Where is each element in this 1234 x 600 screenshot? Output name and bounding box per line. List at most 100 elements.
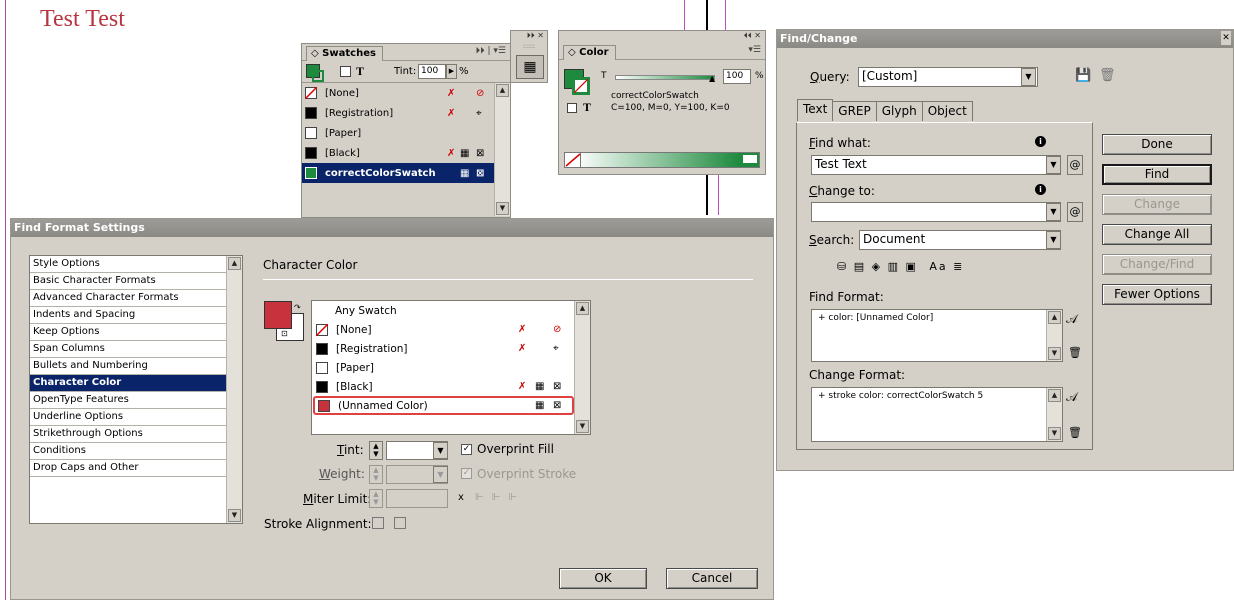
scroll-up-icon[interactable]: ▲ — [228, 257, 241, 270]
find-format-box[interactable]: + color: [Unnamed Color] — [811, 309, 1063, 362]
category-item[interactable]: Keep Options — [30, 324, 226, 341]
white-ramp-icon[interactable] — [743, 155, 757, 163]
tint-arrow-icon[interactable]: ▶ — [446, 64, 457, 79]
category-item[interactable]: Indents and Spacing — [30, 307, 226, 324]
find-button[interactable]: Find — [1102, 164, 1212, 185]
swap-icon[interactable]: ↷ — [294, 303, 301, 312]
swatch-row-highlighted[interactable]: (Unnamed Color) ▦ ⊠ — [313, 396, 574, 415]
fewer-options-button[interactable]: Fewer Options — [1102, 284, 1212, 305]
swatch-list-scrollbar[interactable]: ▲ ▼ — [574, 301, 590, 434]
cancel-button[interactable]: Cancel — [666, 568, 758, 589]
color-tab[interactable]: ◇ Color — [563, 45, 616, 60]
category-scrollbar[interactable]: ▲ ▼ — [226, 256, 242, 523]
category-item[interactable]: Bullets and Numbering — [30, 358, 226, 375]
swatch-row[interactable]: [None] ✗ ⊘ — [313, 320, 574, 339]
panel-controls-icon[interactable]: ⏴⏴ ✕ — [559, 31, 765, 43]
scroll-down-icon[interactable]: ▼ — [1048, 427, 1061, 440]
delete-query-icon[interactable]: 🗑 — [1099, 68, 1116, 83]
locked-layers-icon[interactable]: ⛁ — [837, 260, 848, 273]
search-scope-select[interactable]: Document — [859, 230, 1061, 250]
dock-controls-icon[interactable]: ⏵⏵ ✕ — [511, 31, 547, 43]
chevron-down-icon[interactable]: ▼ — [1046, 156, 1061, 174]
category-item[interactable]: Style Options — [30, 256, 226, 273]
tab-object[interactable]: Object — [921, 101, 973, 121]
swatch-row[interactable]: [Registration] ✗ ⌖ — [313, 339, 574, 358]
specify-format-icon[interactable]: 𝒜 — [1066, 312, 1077, 327]
chevron-down-icon[interactable]: ▼ — [433, 466, 448, 483]
done-button[interactable]: Done — [1102, 134, 1212, 155]
miter-stepper[interactable]: ▲ ▼ — [369, 489, 383, 508]
scroll-up-icon[interactable]: ▲ — [1048, 311, 1061, 324]
swatches-scrollbar[interactable]: ▲ ▼ — [494, 83, 510, 216]
bevel-join-icon[interactable]: ⊩ — [508, 492, 525, 503]
change-format-scrollbar[interactable]: ▲ ▼ — [1046, 388, 1062, 441]
none-ramp-icon[interactable] — [565, 153, 581, 167]
scroll-down-icon[interactable]: ▼ — [228, 509, 241, 522]
swatch-row[interactable]: [None] ✗ ⊘ — [302, 83, 494, 103]
special-chars-icon[interactable]: @ — [1067, 155, 1083, 175]
overprint-fill-checkbox[interactable]: ✓ — [461, 444, 472, 455]
special-chars-icon[interactable]: @ — [1067, 202, 1083, 222]
tab-grep[interactable]: GREP — [832, 101, 877, 121]
close-icon[interactable]: ✕ — [1221, 31, 1231, 45]
stroke-swatch-icon[interactable] — [312, 70, 324, 82]
stroke-swatch-icon[interactable] — [572, 77, 590, 95]
swatch-row[interactable]: [Black] ✗ ▦ ⊠ — [313, 377, 574, 396]
scroll-down-icon[interactable]: ▼ — [576, 420, 589, 433]
clear-format-icon[interactable]: 🗑 — [1068, 426, 1082, 439]
find-what-input[interactable]: Test Text — [811, 155, 1061, 175]
whole-word-icon[interactable]: ≣ — [953, 260, 964, 273]
chevron-down-icon[interactable]: ▼ — [1046, 203, 1061, 221]
panel-menu-icon[interactable]: ⏵⏵ | ▾☰ — [476, 46, 506, 56]
formatting-text-icon[interactable]: T — [583, 100, 591, 115]
color-ramp[interactable] — [564, 152, 760, 168]
category-item[interactable]: Conditions — [30, 443, 226, 460]
formatting-container-icon[interactable] — [567, 103, 577, 113]
category-item[interactable]: Basic Character Formats — [30, 273, 226, 290]
clear-format-icon[interactable]: 🗑 — [1068, 346, 1082, 359]
weight-stepper[interactable]: ▲ ▼ — [369, 465, 383, 484]
align-inside-icon[interactable] — [394, 517, 406, 529]
swatch-row[interactable]: [Paper] — [313, 358, 574, 377]
ok-button[interactable]: OK — [559, 568, 647, 589]
chevron-down-icon[interactable]: ▼ — [1046, 231, 1061, 249]
chevron-down-icon[interactable]: ▼ — [433, 442, 448, 459]
category-item[interactable]: Advanced Character Formats — [30, 290, 226, 307]
panel-menu-icon[interactable]: ▾☰ — [748, 45, 761, 55]
formatting-text-icon[interactable]: T — [356, 64, 364, 79]
scroll-down-icon[interactable]: ▼ — [496, 202, 509, 215]
scroll-up-icon[interactable]: ▲ — [576, 302, 589, 315]
info-icon[interactable]: i — [1035, 136, 1046, 147]
tab-text[interactable]: Text — [797, 99, 834, 121]
info-icon[interactable]: i — [1035, 184, 1046, 195]
round-join-icon[interactable]: ⊩ — [492, 492, 509, 503]
scroll-down-icon[interactable]: ▼ — [1048, 347, 1061, 360]
change-find-button[interactable]: Change/Find — [1102, 254, 1212, 275]
locked-stories-icon[interactable]: ▤ — [854, 260, 866, 273]
master-pages-icon[interactable]: ▥ — [888, 260, 900, 273]
overprint-stroke-checkbox[interactable]: ✓ — [461, 468, 472, 479]
category-item[interactable]: Character Color — [30, 375, 226, 392]
find-format-scrollbar[interactable]: ▲ ▼ — [1046, 310, 1062, 361]
grip-icon[interactable]: :::::: — [511, 43, 547, 51]
category-item[interactable]: Strikethrough Options — [30, 426, 226, 443]
swatches-tab[interactable]: ◇ Swatches — [306, 46, 383, 61]
swatch-row[interactable]: [Black] ✗ ▦ ⊠ — [302, 143, 494, 163]
category-item[interactable]: Underline Options — [30, 409, 226, 426]
slider-thumb-icon[interactable]: ▲ — [709, 74, 715, 83]
swatch-row[interactable]: [Registration] ✗ ⌖ — [302, 103, 494, 123]
change-all-button[interactable]: Change All — [1102, 224, 1212, 245]
default-colors-icon[interactable]: ⊡ — [281, 329, 288, 338]
swatch-row[interactable]: Any Swatch — [313, 301, 574, 320]
tint-input[interactable]: 100 — [418, 64, 446, 79]
save-query-icon[interactable]: 💾 — [1075, 68, 1091, 83]
change-format-box[interactable]: + stroke color: correctColorSwatch 5 — [811, 387, 1063, 442]
align-center-icon[interactable] — [372, 517, 384, 529]
change-button[interactable]: Change — [1102, 194, 1212, 215]
swatch-row-selected[interactable]: correctColorSwatch ▦ ⊠ — [302, 163, 494, 183]
query-select[interactable]: [Custom] — [858, 67, 1038, 87]
chevron-down-icon[interactable]: ▼ — [1021, 68, 1036, 86]
category-item[interactable]: Span Columns — [30, 341, 226, 358]
category-item[interactable]: Drop Caps and Other — [30, 460, 226, 477]
swatch-row[interactable]: [Paper] — [302, 123, 494, 143]
